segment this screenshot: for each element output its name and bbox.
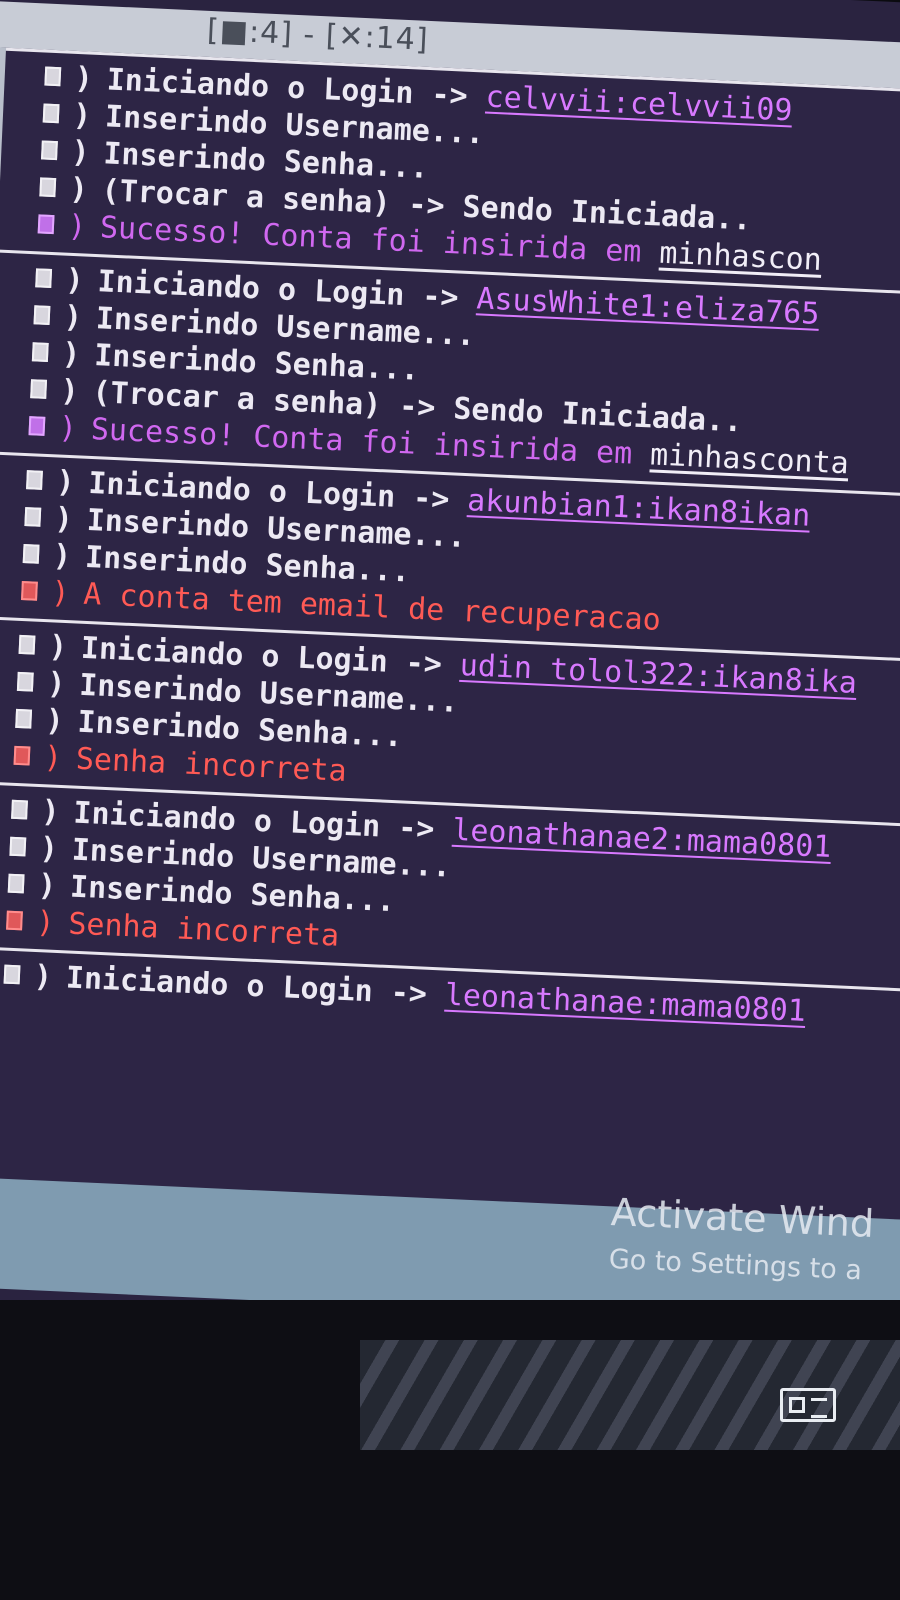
activate-windows-watermark: Activate Wind Go to Settings to a (608, 1190, 875, 1292)
log-prefix: ) (67, 208, 87, 245)
log-bullet-icon (22, 544, 40, 564)
log-prefix: ) (52, 538, 72, 575)
credential-link[interactable]: leonathanae:mama0801 (444, 978, 806, 1029)
log-bullet-icon (3, 964, 21, 985)
log-text: Iniciando o Login -> (65, 960, 446, 1013)
log-prefix: ) (58, 410, 78, 447)
log-bullet-icon (31, 342, 49, 362)
log-prefix: ) (68, 171, 89, 208)
console-output: ) Iniciando o Login -> celvvii:celvvii09)… (0, 47, 900, 1221)
log-bullet-icon (42, 103, 60, 124)
log-prefix: ) (70, 134, 91, 171)
log-bullet-icon (13, 745, 31, 766)
log-bullet-icon (24, 507, 42, 527)
log-prefix: ) (59, 373, 80, 410)
log-bullet-icon (39, 177, 57, 198)
log-prefix: ) (37, 868, 57, 904)
log-bullet-icon (30, 379, 48, 399)
log-prefix: ) (61, 336, 82, 373)
log-bullet-icon (44, 66, 62, 87)
log-prefix: ) (44, 703, 65, 740)
log-bullet-icon (21, 580, 38, 601)
log-prefix: ) (73, 60, 94, 97)
log-bullet-icon (6, 910, 23, 931)
log-prefix: ) (48, 629, 68, 666)
log-prefix: ) (40, 794, 61, 830)
log-bullet-icon (18, 634, 36, 655)
log-bullet-icon (16, 671, 34, 692)
log-prefix: ) (46, 666, 67, 703)
log-prefix: ) (38, 831, 59, 867)
log-bullet-icon (35, 268, 53, 289)
log-bullet-icon (11, 799, 28, 820)
log-bullet-icon (37, 214, 55, 235)
log-bullet-icon (28, 416, 46, 436)
log-bullet-icon (7, 873, 25, 894)
log-bullet-icon (41, 140, 58, 161)
log-prefix: ) (72, 97, 92, 134)
log-prefix: ) (63, 299, 83, 336)
destination-link[interactable]: minhasconta (649, 437, 849, 481)
log-prefix: ) (55, 464, 76, 501)
log-bullet-icon (26, 470, 43, 490)
news-widget-icon[interactable] (780, 1388, 836, 1422)
log-bullet-icon (15, 708, 33, 729)
destination-link[interactable]: minhascon (659, 236, 823, 278)
window-title: [■:4] - [✕:14] (206, 12, 430, 58)
log-prefix: ) (33, 958, 53, 995)
log-prefix: ) (64, 262, 85, 299)
log-prefix: ) (35, 905, 56, 941)
log-bullet-icon (33, 305, 51, 325)
log-prefix: ) (43, 740, 63, 776)
log-prefix: ) (53, 501, 74, 538)
log-bullet-icon (9, 836, 27, 857)
log-prefix: ) (50, 575, 71, 612)
